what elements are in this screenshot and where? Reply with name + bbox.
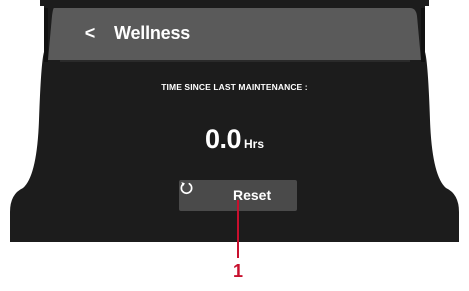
header-bar: [48, 8, 421, 60]
maintenance-label: TIME SINCE LAST MAINTENANCE :: [161, 82, 308, 92]
page-title: Wellness: [114, 23, 191, 43]
maintenance-readout: 0.0 Hrs: [0, 124, 469, 155]
back-chevron-icon[interactable]: <: [82, 22, 98, 44]
callout-leader-line: [237, 200, 239, 258]
reset-icon: [180, 182, 193, 195]
maintenance-hours-unit: Hrs: [244, 137, 265, 151]
maintenance-hours-value: 0.0: [204, 124, 242, 154]
device-screen: < Wellness TIME SINCE LAST MAINTENANCE :…: [0, 0, 469, 291]
callout-number: 1: [232, 261, 243, 281]
manual-figure: < Wellness TIME SINCE LAST MAINTENANCE :…: [0, 0, 469, 291]
